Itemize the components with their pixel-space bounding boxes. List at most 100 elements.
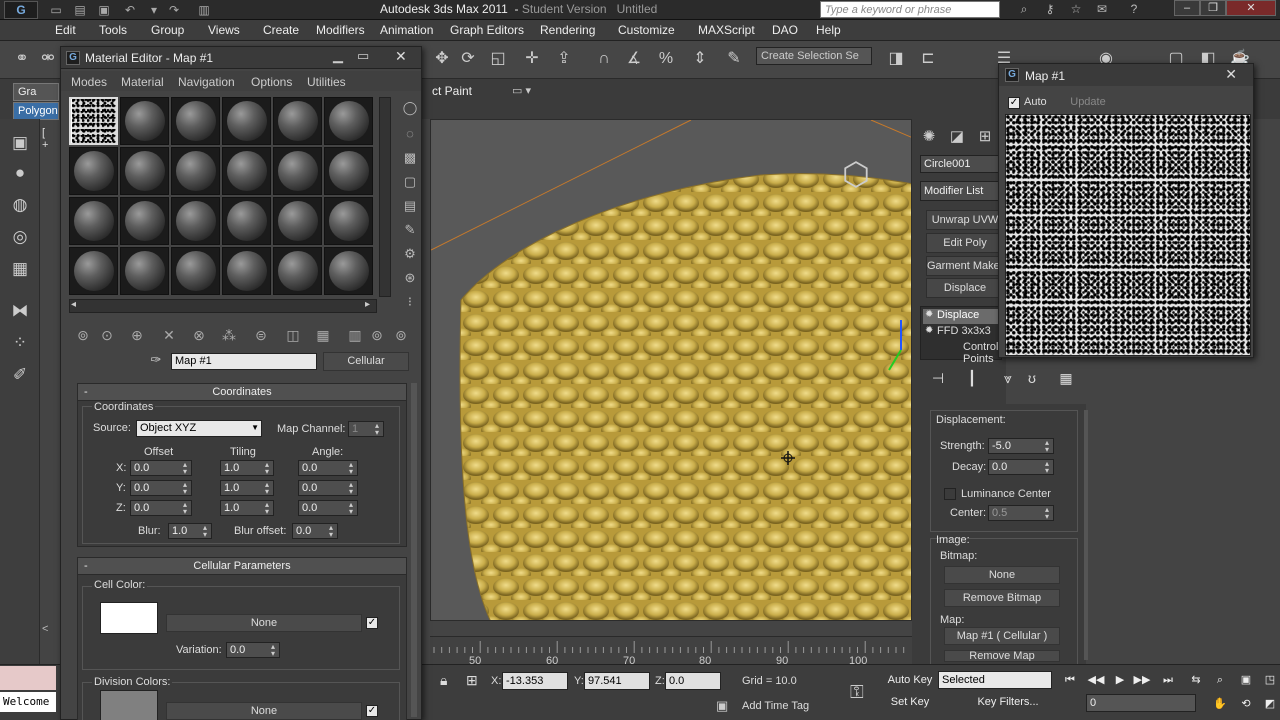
sample-slot[interactable] — [273, 147, 322, 195]
ribbon-options-icon[interactable]: ▭ ▾ — [512, 84, 531, 97]
help-icon[interactable]: ? — [1124, 1, 1144, 18]
sample-slot[interactable] — [171, 97, 220, 145]
percent-snap-icon[interactable]: % — [654, 47, 678, 71]
field-of-view-icon[interactable]: ◩ — [1260, 694, 1280, 714]
x-coordinate-field[interactable]: -13.353 — [502, 672, 568, 690]
put-to-scene-icon[interactable]: ⊙ — [97, 325, 117, 345]
sample-slot[interactable] — [120, 147, 169, 195]
menu-modifiers[interactable]: Modifiers — [316, 23, 365, 37]
edit-named-selection-icon[interactable]: ✎ — [722, 47, 746, 71]
get-material-icon[interactable]: ⊚ — [73, 325, 93, 345]
align-icon[interactable]: ⊏ — [916, 47, 940, 71]
snap-3-icon[interactable]: ∩ — [592, 47, 616, 71]
material-editor-titlebar[interactable]: G Material Editor - Map #1 ▁ ▭ ✕ — [61, 47, 421, 69]
center-spinner[interactable]: 0.5 — [988, 505, 1054, 521]
menu-customize[interactable]: Customize — [618, 23, 675, 37]
angle-x-spinner[interactable]: 0.0 — [298, 460, 358, 476]
go-to-start-icon[interactable]: ⏮ — [1060, 670, 1080, 690]
go-forward-sibling-icon[interactable]: ⊚ — [391, 325, 411, 345]
viewport-label[interactable]: [ + — [42, 127, 48, 151]
tiling-z-spinner[interactable]: 1.0 — [220, 500, 274, 516]
add-time-tag-button[interactable]: Add Time Tag — [742, 700, 809, 712]
material-id-icon[interactable]: ◫ — [283, 325, 303, 345]
offset-z-spinner[interactable]: 0.0 — [130, 500, 192, 516]
sample-slot[interactable] — [120, 97, 169, 145]
viewcube-icon[interactable]: ⬡ — [832, 155, 880, 207]
make-copy-icon[interactable]: ⊗ — [189, 325, 209, 345]
collapse-icon[interactable]: - — [84, 384, 88, 401]
coordinates-rollout-header[interactable]: - Coordinates — [78, 384, 406, 401]
slot-vertical-scrollbar[interactable] — [379, 97, 391, 297]
cell-color-map-checkbox[interactable]: ✓ — [366, 617, 378, 629]
sample-slot[interactable] — [324, 97, 373, 145]
scroll-right-icon[interactable]: ▸ — [365, 299, 370, 310]
scroll-left-icon[interactable]: ◂ — [71, 299, 76, 310]
auto-update-checkbox[interactable]: ✓ — [1008, 97, 1020, 109]
configure-sets-icon[interactable]: ▦ — [1056, 368, 1076, 388]
cell-color-map-button[interactable]: None — [166, 614, 362, 632]
new-file-icon[interactable]: ▭ — [48, 2, 64, 18]
maximize-icon[interactable]: ▭ — [357, 48, 369, 64]
minimize-icon[interactable]: ▁ — [333, 48, 343, 64]
material-editor-window[interactable]: G Material Editor - Map #1 ▁ ▭ ✕ Modes M… — [60, 46, 422, 720]
remove-modifier-icon[interactable]: ʊ — [1022, 368, 1042, 388]
hierarchy-tab-icon[interactable]: ⊞ — [974, 126, 996, 148]
open-file-icon[interactable]: ▤ — [72, 2, 88, 18]
maximize-viewport-icon[interactable]: ◳ — [1260, 670, 1280, 690]
set-keys-key-icon[interactable]: ⚿ — [850, 682, 864, 703]
zoom-extents-icon[interactable]: ▣ — [1236, 670, 1256, 690]
modifier-list-dropdown[interactable]: Modifier List — [920, 181, 1000, 201]
sample-slot[interactable] — [324, 197, 373, 245]
make-unique-icon[interactable]: ⩔ — [998, 368, 1018, 388]
assign-to-selection-icon[interactable]: ⊕ — [127, 325, 147, 345]
sample-slot[interactable] — [171, 197, 220, 245]
star-icon[interactable]: ☆ — [1066, 1, 1086, 18]
modify-tab-icon[interactable]: ◪ — [946, 126, 968, 148]
offset-y-spinner[interactable]: 0.0 — [130, 480, 192, 496]
maxscript-listener-output[interactable] — [0, 666, 56, 690]
undo-icon[interactable]: ↶ — [122, 2, 138, 18]
displace-button[interactable]: Displace — [926, 278, 1004, 298]
sample-slot[interactable] — [324, 147, 373, 195]
slot-horizontal-scrollbar[interactable] — [69, 299, 377, 313]
map-preview-window[interactable]: G Map #1 ✕ ✓ Auto Update — [998, 63, 1254, 358]
redo-icon[interactable]: ↷ — [166, 2, 182, 18]
backlight-icon[interactable]: ◌ — [401, 125, 419, 143]
material-editor-scrollbar[interactable] — [411, 383, 417, 717]
vertex-dots-icon[interactable]: ⁘ — [8, 331, 32, 355]
map-name-field[interactable]: Map #1 — [171, 353, 317, 370]
unwrap-uvw-button[interactable]: Unwrap UVW — [926, 210, 1004, 230]
stack-item-control-points[interactable]: Control Points — [923, 341, 1001, 365]
object-paint-tab[interactable]: ct Paint — [432, 84, 472, 98]
sample-slot[interactable] — [171, 147, 220, 195]
uv-tiling-icon[interactable]: ▢ — [401, 173, 419, 191]
go-to-parent-icon[interactable]: ⊚ — [367, 325, 387, 345]
place-icon[interactable]: ⇪ — [552, 47, 576, 71]
selection-set-dropdown[interactable]: Create Selection Se — [756, 47, 872, 65]
blur-spinner[interactable]: 1.0 — [168, 523, 212, 539]
menu-graph-editors[interactable]: Graph Editors — [450, 23, 524, 37]
map-channel-spinner[interactable]: 1 — [348, 421, 384, 437]
minimize-button[interactable]: – — [1174, 0, 1200, 16]
reset-map-icon[interactable]: ✕ — [159, 325, 179, 345]
remove-bitmap-button[interactable]: Remove Bitmap — [944, 589, 1060, 607]
video-color-check-icon[interactable]: ▤ — [401, 197, 419, 215]
collapse-icon[interactable]: - — [84, 558, 88, 575]
sample-slot[interactable] — [324, 247, 373, 295]
paint-icon[interactable]: ✐ — [8, 363, 32, 387]
tiling-y-spinner[interactable]: 1.0 — [220, 480, 274, 496]
lightbulb-icon[interactable]: ✹ — [925, 309, 933, 320]
ribbon-tab-graphite[interactable]: Gra — [13, 83, 59, 101]
show-end-result-icon[interactable]: ▥ — [345, 325, 365, 345]
panel-scrollbar[interactable] — [1084, 410, 1088, 660]
sphere-icon[interactable]: ● — [8, 161, 32, 185]
show-end-result-icon[interactable]: ┃ — [962, 368, 982, 388]
tube-icon[interactable]: ◎ — [8, 225, 32, 249]
cylinder-icon[interactable]: ◍ — [8, 193, 32, 217]
menu-navigation[interactable]: Navigation — [178, 75, 235, 89]
mirror-icon[interactable]: ◨ — [884, 47, 908, 71]
menu-rendering[interactable]: Rendering — [540, 23, 595, 37]
pick-material-icon[interactable]: ✑ — [147, 352, 165, 370]
sample-slot[interactable] — [69, 197, 118, 245]
menu-dao[interactable]: DAO — [772, 23, 798, 37]
